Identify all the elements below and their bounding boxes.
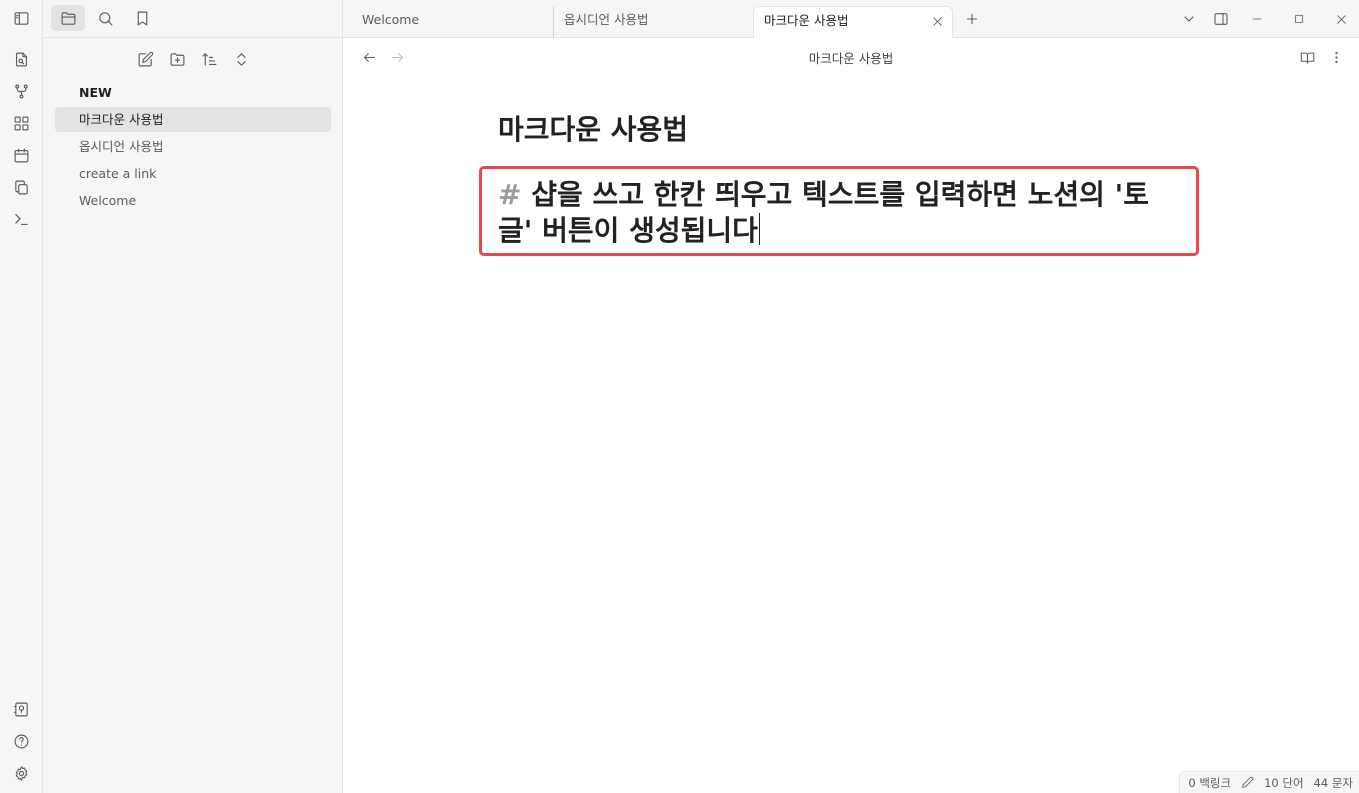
inline-title[interactable]: 마크다운 사용법 bbox=[498, 108, 688, 148]
reading-view-button[interactable] bbox=[1297, 47, 1317, 67]
sort-button[interactable] bbox=[197, 47, 221, 71]
file-item[interactable]: create a link bbox=[55, 161, 331, 186]
word-count: 10 단어 bbox=[1264, 775, 1304, 790]
daily-note-button[interactable] bbox=[9, 143, 33, 167]
templates-button[interactable] bbox=[9, 175, 33, 199]
tab-close-button[interactable] bbox=[930, 14, 944, 28]
tab-files[interactable] bbox=[51, 5, 85, 31]
graph-view-button[interactable] bbox=[9, 79, 33, 103]
layout-dashboard-icon bbox=[14, 116, 28, 130]
book-open-icon bbox=[1300, 52, 1314, 64]
heading-text-line[interactable]: # 샵을 쓰고 한칸 띄우고 텍스트를 입력하면 노션의 '토글' 버튼이 생성… bbox=[498, 177, 1180, 249]
canvas-button[interactable] bbox=[9, 111, 33, 135]
char-count: 44 문자 bbox=[1313, 775, 1353, 790]
tab-label: 옵시디언 사용법 bbox=[564, 12, 649, 27]
heading-marker: # bbox=[498, 178, 522, 211]
plus-icon bbox=[966, 13, 978, 25]
new-tab-button[interactable] bbox=[962, 9, 982, 29]
tab-bookmarks[interactable] bbox=[125, 5, 159, 31]
file-item-active[interactable]: 마크다운 사용법 bbox=[55, 107, 331, 132]
editor-pane: 마크다운 사용법 마크다운 사용법 # 샵을 쓰고 한칸 띄우고 텍스트를 입력… bbox=[343, 38, 1359, 793]
more-options-button[interactable] bbox=[1326, 47, 1346, 67]
tab-search[interactable] bbox=[88, 5, 122, 31]
minimize-icon bbox=[1252, 18, 1262, 20]
settings-button[interactable] bbox=[9, 761, 33, 785]
calendar-icon bbox=[14, 148, 28, 162]
collapse-all-button[interactable] bbox=[229, 47, 253, 71]
gear-icon bbox=[15, 765, 27, 781]
chevron-down-icon bbox=[1184, 16, 1194, 22]
sort-ascending-icon bbox=[202, 52, 216, 66]
file-search-icon bbox=[15, 52, 27, 66]
help-button[interactable] bbox=[9, 729, 33, 753]
left-ribbon bbox=[0, 0, 43, 793]
search-icon bbox=[98, 11, 112, 25]
window-close-button[interactable] bbox=[1331, 9, 1351, 29]
command-palette-button[interactable] bbox=[9, 207, 33, 231]
chevrons-up-down-icon bbox=[236, 52, 246, 66]
edit-icon bbox=[138, 51, 153, 66]
terminal-icon bbox=[14, 213, 28, 225]
file-item[interactable]: 옵시디언 사용법 bbox=[55, 134, 331, 159]
right-sidebar-toggle-button[interactable] bbox=[1211, 9, 1231, 29]
close-icon bbox=[932, 16, 942, 26]
editing-mode-toggle[interactable] bbox=[1241, 776, 1254, 789]
view-title[interactable]: 마크다운 사용법 bbox=[343, 48, 1359, 67]
maximize-icon bbox=[1295, 15, 1303, 23]
sidebar-right-icon bbox=[1214, 13, 1228, 25]
sidebar-toggle-icon bbox=[14, 11, 28, 25]
tab-list-button[interactable] bbox=[1179, 9, 1199, 29]
pencil-icon bbox=[1242, 776, 1254, 788]
highlighted-heading-line[interactable]: # 샵을 쓰고 한칸 띄우고 텍스트를 입력하면 노션의 '토글' 버튼이 생성… bbox=[479, 166, 1199, 256]
folder-icon bbox=[61, 11, 75, 25]
bookmark-icon bbox=[137, 11, 147, 25]
new-folder-button[interactable] bbox=[165, 47, 189, 71]
close-icon bbox=[1336, 14, 1346, 24]
folder-item[interactable]: NEW bbox=[55, 80, 331, 105]
more-vertical-icon bbox=[1334, 51, 1338, 63]
sidebar-tab-header bbox=[43, 0, 343, 38]
copy-icon bbox=[14, 180, 28, 194]
open-vault-button[interactable] bbox=[9, 697, 33, 721]
folder-plus-icon bbox=[170, 52, 184, 66]
tab-bar: Welcome 옵시디언 사용법 마크다운 사용법 bbox=[343, 0, 1359, 39]
vault-icon bbox=[13, 702, 28, 716]
open-quick-switcher-button[interactable] bbox=[9, 47, 33, 71]
maximize-button[interactable] bbox=[1289, 9, 1309, 29]
git-fork-icon bbox=[14, 84, 28, 98]
text-cursor bbox=[758, 213, 761, 245]
heading-content: 샵을 쓰고 한칸 띄우고 텍스트를 입력하면 노션의 '토글' 버튼이 생성됩니… bbox=[498, 178, 1149, 247]
tab-label: 마크다운 사용법 bbox=[764, 13, 849, 28]
file-item[interactable]: Welcome bbox=[55, 188, 331, 213]
file-explorer-actions bbox=[133, 47, 253, 71]
file-explorer-sidebar: NEW 마크다운 사용법 옵시디언 사용법 create a link Welc… bbox=[43, 0, 343, 793]
tab-label: Welcome bbox=[362, 12, 420, 27]
file-tree: NEW 마크다운 사용법 옵시디언 사용법 create a link Welc… bbox=[55, 80, 331, 215]
backlinks-count[interactable]: 0 백링크 bbox=[1188, 775, 1231, 791]
new-note-button[interactable] bbox=[133, 47, 157, 71]
help-circle-icon bbox=[14, 734, 28, 748]
view-header: 마크다운 사용법 bbox=[343, 38, 1359, 76]
sidebar-toggle-button[interactable] bbox=[8, 6, 34, 30]
status-bar: 0 백링크 10 단어 44 문자 bbox=[1179, 771, 1359, 793]
tab-markdown-guide[interactable]: 마크다운 사용법 bbox=[753, 6, 953, 39]
tab-welcome[interactable]: Welcome bbox=[352, 6, 552, 38]
tab-obsidian-guide[interactable]: 옵시디언 사용법 bbox=[553, 6, 753, 38]
minimize-button[interactable] bbox=[1247, 9, 1267, 29]
